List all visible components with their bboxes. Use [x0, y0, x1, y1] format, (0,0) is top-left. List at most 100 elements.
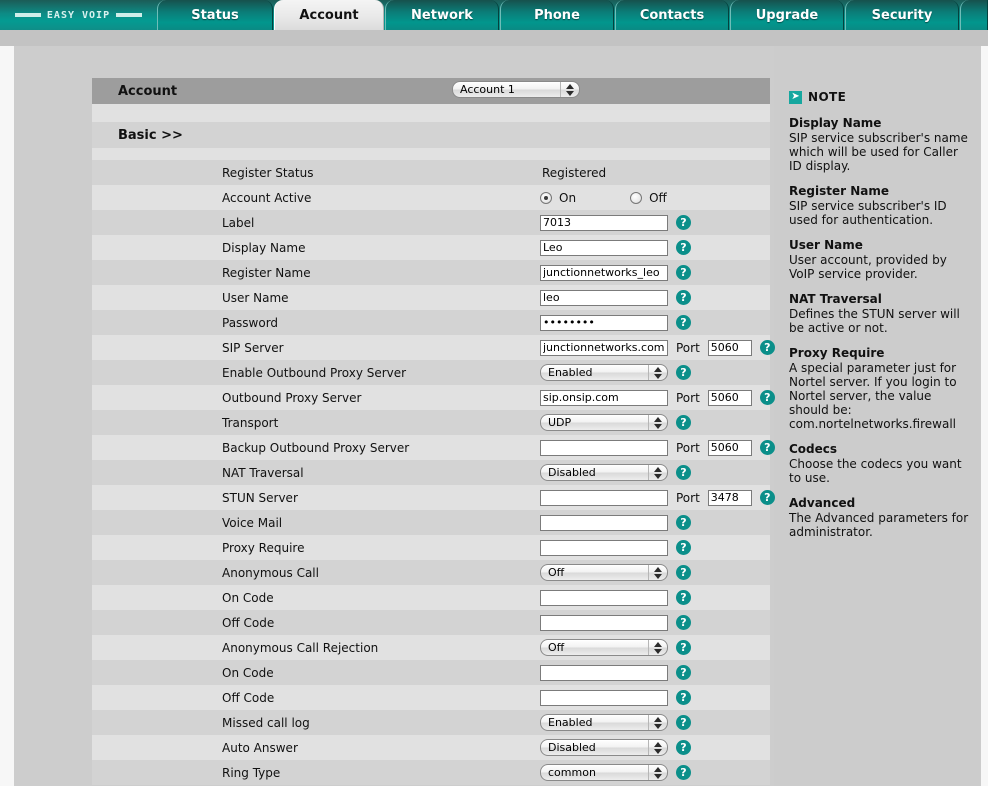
- row-label: Register Name: [222, 265, 311, 280]
- note-item-title: Display Name: [789, 116, 882, 130]
- help-icon[interactable]: ?: [759, 490, 775, 505]
- account-select[interactable]: Account 1: [452, 81, 580, 98]
- text-input[interactable]: [540, 614, 668, 631]
- note-item-body: The Advanced parameters for administrato…: [789, 511, 969, 539]
- note-item: NAT Traversal Defines the STUN server wil…: [789, 292, 969, 335]
- settings-row: Proxy Require?: [92, 535, 770, 560]
- note-header: ➤ NOTE: [789, 90, 969, 104]
- row-label: Backup Outbound Proxy Server: [222, 440, 410, 455]
- note-item: Proxy Require A special parameter just fo…: [789, 346, 969, 431]
- radio-on[interactable]: On: [540, 191, 576, 205]
- help-icon[interactable]: ?: [759, 390, 775, 405]
- select-divider: [560, 82, 561, 97]
- help-icon[interactable]: ?: [676, 565, 691, 580]
- help-icon[interactable]: ?: [676, 215, 691, 230]
- text-input[interactable]: [707, 439, 752, 456]
- tab-partial-clipped[interactable]: [960, 0, 988, 30]
- help-icon[interactable]: ?: [676, 365, 691, 380]
- text-input[interactable]: [540, 339, 668, 356]
- settings-row: Account Active On Off: [92, 185, 770, 210]
- help-icon[interactable]: ?: [676, 665, 691, 680]
- row-label: STUN Server: [222, 490, 298, 505]
- help-icon[interactable]: ?: [759, 340, 775, 355]
- settings-row: Display Name?: [92, 235, 770, 260]
- tab-network[interactable]: Network: [385, 0, 499, 30]
- text-input[interactable]: [540, 264, 668, 281]
- select-dropdown[interactable]: Off: [540, 639, 668, 656]
- select-divider: [648, 415, 649, 430]
- row-label: Off Code: [222, 690, 275, 705]
- tab-security[interactable]: Security: [845, 0, 959, 30]
- help-icon[interactable]: ?: [676, 415, 691, 430]
- help-icon[interactable]: ?: [676, 240, 691, 255]
- panel-spacer: [92, 104, 770, 122]
- select-dropdown[interactable]: Disabled: [540, 464, 668, 481]
- settings-row: Missed call log Enabled?: [92, 710, 770, 735]
- select-dropdown[interactable]: Enabled: [540, 714, 668, 731]
- help-icon[interactable]: ?: [676, 265, 691, 280]
- settings-row: On Code?: [92, 585, 770, 610]
- help-icon[interactable]: ?: [676, 715, 691, 730]
- help-icon[interactable]: ?: [676, 590, 691, 605]
- settings-row: SIP Server Port?: [92, 335, 775, 360]
- select-divider: [648, 715, 649, 730]
- select-dropdown[interactable]: common: [540, 764, 668, 781]
- text-input[interactable]: [540, 239, 668, 256]
- text-input[interactable]: [540, 514, 668, 531]
- tab-upgrade[interactable]: Upgrade: [730, 0, 844, 30]
- text-input[interactable]: [540, 214, 668, 231]
- select-dropdown[interactable]: Disabled: [540, 739, 668, 756]
- help-icon[interactable]: ?: [676, 740, 691, 755]
- help-icon[interactable]: ?: [676, 690, 691, 705]
- tab-underbar: [0, 30, 988, 46]
- text-input[interactable]: [707, 489, 752, 506]
- note-item-body: A special parameter just for Nortel serv…: [789, 361, 957, 431]
- text-input[interactable]: [540, 489, 668, 506]
- text-input[interactable]: [540, 289, 668, 306]
- row-label: Label: [222, 215, 255, 230]
- help-icon[interactable]: ?: [676, 315, 691, 330]
- help-icon[interactable]: ?: [676, 515, 691, 530]
- row-label: Missed call log: [222, 715, 310, 730]
- radio-off-indicator: [630, 191, 643, 204]
- help-icon[interactable]: ?: [676, 765, 691, 780]
- text-input[interactable]: [540, 664, 668, 681]
- note-item-title: User Name: [789, 238, 863, 252]
- note-item-body: User account, provided by VoIP service p…: [789, 253, 947, 281]
- tab-status[interactable]: Status: [157, 0, 273, 30]
- text-input[interactable]: [707, 389, 752, 406]
- text-input[interactable]: [540, 589, 668, 606]
- text-input[interactable]: [540, 389, 668, 406]
- settings-row: Password?: [92, 310, 770, 335]
- tab-account[interactable]: Account: [274, 0, 384, 30]
- brand-logo: EASY VOIP: [0, 0, 157, 30]
- select-dropdown[interactable]: Enabled: [540, 364, 668, 381]
- radio-off[interactable]: Off: [630, 191, 667, 205]
- row-label: Transport: [222, 415, 279, 430]
- tab-phone[interactable]: Phone: [500, 0, 614, 30]
- help-icon[interactable]: ?: [676, 640, 691, 655]
- text-input[interactable]: [707, 339, 752, 356]
- select-divider: [648, 640, 649, 655]
- text-input[interactable]: [540, 539, 668, 556]
- tab-contacts[interactable]: Contacts: [615, 0, 729, 30]
- port-label: Port: [676, 490, 700, 505]
- help-icon[interactable]: ?: [676, 540, 691, 555]
- select-dropdown[interactable]: Off: [540, 564, 668, 581]
- help-icon[interactable]: ?: [676, 615, 691, 630]
- row-label: Account Active: [222, 190, 312, 205]
- note-item-title: Proxy Require: [789, 346, 885, 360]
- password-input[interactable]: [540, 314, 668, 331]
- select-dropdown[interactable]: UDP: [540, 414, 668, 431]
- text-input[interactable]: [540, 689, 668, 706]
- help-icon[interactable]: ?: [676, 465, 691, 480]
- help-icon[interactable]: ?: [676, 290, 691, 305]
- row-label: Auto Answer: [222, 740, 298, 755]
- port-label: Port: [676, 390, 700, 405]
- note-item: Register Name SIP service subscriber's ID…: [789, 184, 969, 227]
- text-input[interactable]: [540, 439, 668, 456]
- help-icon[interactable]: ?: [759, 440, 775, 455]
- section-header-basic[interactable]: Basic >>: [92, 122, 770, 148]
- settings-rows: Register Status Registered Account Active O…: [92, 160, 775, 785]
- note-item-body: Defines the STUN server will be active o…: [789, 307, 960, 335]
